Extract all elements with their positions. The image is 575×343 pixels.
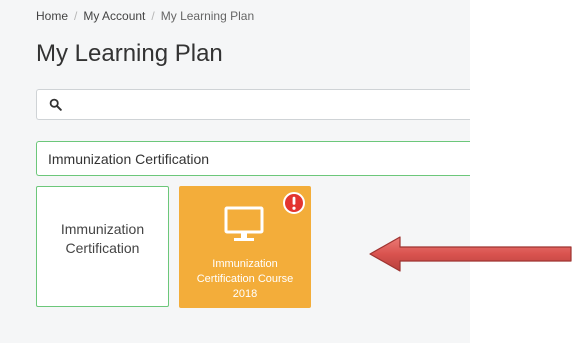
page-title: My Learning Plan <box>36 40 223 67</box>
exclamation-alert-icon <box>283 192 305 214</box>
learning-plan-card[interactable]: Immunization Certification <box>36 186 169 307</box>
breadcrumb-home-link[interactable]: Home <box>36 9 68 23</box>
course-card-label-line: 2018 <box>232 288 258 300</box>
breadcrumb-my-account-link[interactable]: My Account <box>83 9 145 23</box>
page-root: Home / My Account / My Learning Plan My Lear… <box>0 0 575 343</box>
learning-plan-card-label-line: Immunization <box>60 221 145 237</box>
breadcrumb-current: My Learning Plan <box>160 9 255 23</box>
annotation-arrow <box>369 236 572 272</box>
course-card[interactable]: Immunization Certification Course 2018 <box>179 186 311 308</box>
search-icon <box>49 98 62 111</box>
breadcrumb-separator: / <box>74 9 78 23</box>
breadcrumb-separator: / <box>151 9 155 23</box>
course-card-label-line: Certification Course <box>196 273 294 285</box>
course-card-label-line: Immunization <box>212 258 278 270</box>
search-input[interactable] <box>69 94 468 118</box>
learning-plan-card-label: Immunization Certification <box>37 220 168 258</box>
course-card-label: Immunization Certification Course 2018 <box>179 257 311 302</box>
breadcrumb: Home / My Account / My Learning Plan <box>36 9 254 23</box>
main-content-panel: Home / My Account / My Learning Plan My Lear… <box>0 0 470 343</box>
search-box[interactable] <box>36 89 470 120</box>
learning-plan-card-label-line: Certification <box>65 240 140 256</box>
learning-plan-select[interactable]: Immunization Certification <box>36 141 470 176</box>
monitor-icon <box>224 206 264 241</box>
